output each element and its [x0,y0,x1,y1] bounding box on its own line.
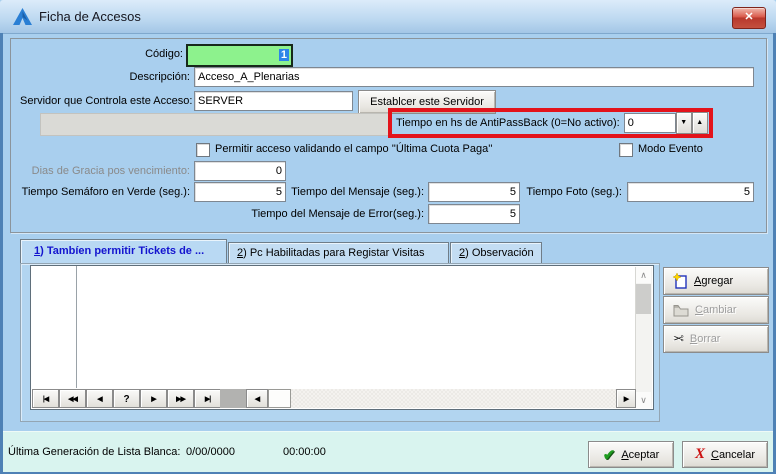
semaforo-field[interactable]: 5 [194,182,286,202]
descripcion-label: Descripción: [60,71,190,83]
spin-down-icon[interactable]: ▼ [676,112,692,134]
cuota-checkbox-label: Permitir acceso validando el campo ''Últ… [215,143,492,155]
app-logo-icon [13,8,32,25]
lista-blanca-time: 00:00:00 [283,446,326,458]
folder-icon [673,304,689,317]
cancel-x-icon: X [695,446,705,463]
cambiar-button[interactable]: Cambiar [663,296,769,324]
new-document-icon [673,273,688,289]
window-border-left [0,33,3,474]
horizontal-scrollbar-thumb[interactable] [268,389,291,408]
nav-last-button[interactable]: ▶| [194,389,221,408]
servidor-label: Servidor que Controla este Acceso: [20,95,190,107]
nav-fast-next-button[interactable]: ▶▶ [167,389,194,408]
antipassback-field[interactable]: 0 [624,113,676,133]
dias-gracia-label: Dias de Gracia pos vencimiento: [20,165,190,177]
scroll-down-icon[interactable]: ∨ [636,392,651,408]
lista-blanca-date: 0/00/0000 [186,446,235,458]
mensaje-field[interactable]: 5 [428,182,520,202]
modo-evento-checkbox[interactable] [619,143,633,157]
nav-prev-button[interactable]: ◀ [86,389,113,408]
navigator-spacer [220,389,246,408]
codigo-field[interactable]: 1 [186,44,293,67]
hscroll-right-icon[interactable]: ▶ [616,389,636,408]
tab-observacion[interactable]: 2) Observación [450,242,542,264]
nav-first-button[interactable]: |◀ [32,389,59,408]
dias-gracia-field[interactable]: 0 [194,161,286,181]
mensaje-label: Tiempo del Mensaje (seg.): [290,186,424,198]
codigo-label: Código: [60,48,183,60]
agregar-button[interactable]: Agregar [663,267,769,295]
mensaje-error-label: Tiempo del Mensaje de Error(seg.): [244,208,424,220]
title-bar[interactable]: Ficha de Accesos ✕ [0,0,776,34]
cancelar-button[interactable]: X Cancelar [682,441,768,468]
cuota-checkbox[interactable] [196,143,210,157]
tab-pc-habilitadas[interactable]: 2) Pc Habilitadas para Registar Visitas [228,242,449,264]
antipassback-label: Tiempo en hs de AntiPassBack (0=No activ… [396,117,620,129]
tab-tickets[interactable]: 1) Tambíen permitir Tickets de ... [20,239,227,264]
spin-up-icon[interactable]: ▲ [692,112,708,134]
nav-next-button[interactable]: ▶ [140,389,167,408]
hscroll-left-icon[interactable]: ◀ [246,389,268,408]
aceptar-button[interactable]: ✔ Aceptar [588,441,674,468]
lista-blanca-label: Última Generación de Lista Blanca: [8,446,180,458]
scissors-icon: ✂ [673,331,684,347]
mensaje-error-field[interactable]: 5 [428,204,520,224]
modo-evento-label: Modo Evento [638,143,703,155]
nav-fast-prev-button[interactable]: ◀◀ [59,389,86,408]
grid-column-divider [76,266,77,388]
tickets-grid[interactable]: ∧ ∨ |◀ ◀◀ ◀ ? ▶ ▶▶ ▶| ◀ ▶ [30,265,654,410]
codigo-value: 1 [279,49,289,61]
close-icon[interactable]: ✕ [732,7,766,29]
dialog-ficha-de-accesos: Ficha de Accesos ✕ Código: 1 Descripción… [0,0,776,474]
horizontal-scrollbar-track[interactable] [291,389,616,408]
check-icon: ✔ [603,446,616,464]
vertical-scrollbar[interactable]: ∧ ∨ [635,267,652,408]
disabled-field [40,113,392,136]
foto-label: Tiempo Foto (seg.): [520,186,622,198]
foto-field[interactable]: 5 [627,182,754,202]
nav-help-button[interactable]: ? [113,389,140,408]
scroll-up-icon[interactable]: ∧ [636,267,651,283]
antipassback-highlight: Tiempo en hs de AntiPassBack (0=No activ… [388,108,713,138]
vertical-scrollbar-thumb[interactable] [636,284,651,314]
window-title: Ficha de Accesos [39,9,141,24]
semaforo-label: Tiempo Semáforo en Verde (seg.): [10,186,190,198]
descripcion-field[interactable]: Acceso_A_Plenarias [194,67,754,87]
servidor-field[interactable]: SERVER [194,91,353,111]
borrar-button[interactable]: ✂ Borrar [663,325,769,353]
